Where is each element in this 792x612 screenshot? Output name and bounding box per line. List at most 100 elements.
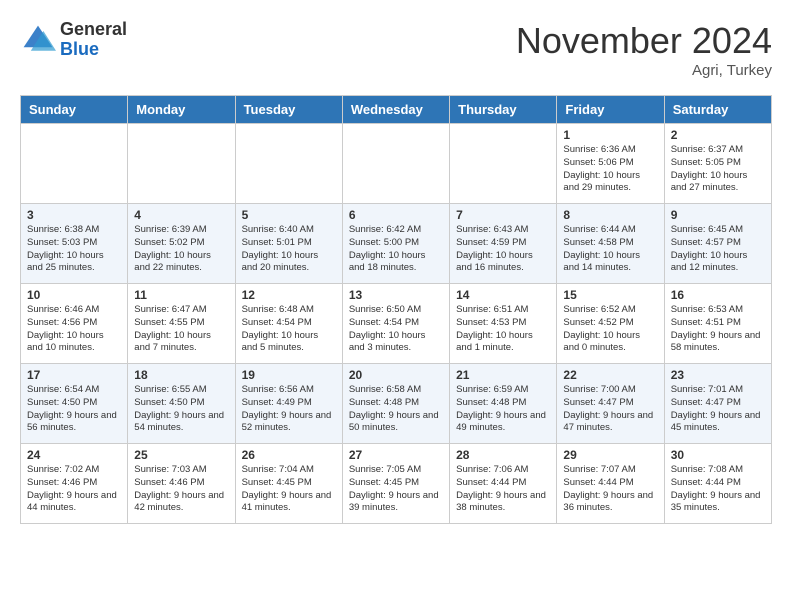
day-info: Sunrise: 6:51 AMSunset: 4:53 PMDaylight:… — [456, 304, 550, 355]
day-number: 8 — [563, 208, 657, 222]
calendar-week-2: 10Sunrise: 6:46 AMSunset: 4:56 PMDayligh… — [21, 284, 772, 364]
day-number: 5 — [242, 208, 336, 222]
day-info: Sunrise: 6:44 AMSunset: 4:58 PMDaylight:… — [563, 224, 657, 275]
day-number: 12 — [242, 288, 336, 302]
calendar-cell: 22 Sunrise: 7:00 AMSunset: 4:47 PMDayligh… — [557, 364, 664, 444]
page-header: General Blue November 2024 Agri, Turkey — [20, 20, 772, 79]
day-number: 27 — [349, 448, 443, 462]
calendar-cell: 26 Sunrise: 7:04 AMSunset: 4:45 PMDayligh… — [235, 444, 342, 524]
calendar-cell: 15Sunrise: 6:52 AMSunset: 4:52 PMDayligh… — [557, 284, 664, 364]
day-number: 28 — [456, 448, 550, 462]
day-number: 29 — [563, 448, 657, 462]
day-number: 13 — [349, 288, 443, 302]
day-info: Sunrise: 7:04 AMSunset: 4:45 PMDaylight:… — [242, 464, 336, 515]
day-info: Sunrise: 7:00 AMSunset: 4:47 PMDaylight:… — [563, 384, 657, 435]
day-number: 9 — [671, 208, 765, 222]
location: Agri, Turkey — [516, 62, 772, 79]
day-number: 3 — [27, 208, 121, 222]
day-number: 14 — [456, 288, 550, 302]
calendar-cell: 23Sunrise: 7:01 AMSunset: 4:47 PMDayligh… — [664, 364, 771, 444]
calendar-cell: 18 Sunrise: 6:55 AMSunset: 4:50 PMDayligh… — [128, 364, 235, 444]
calendar-cell: 3 Sunrise: 6:38 AMSunset: 5:03 PMDaylight… — [21, 204, 128, 284]
day-info: Sunrise: 6:40 AMSunset: 5:01 PMDaylight:… — [242, 224, 336, 275]
weekday-header-saturday: Saturday — [664, 96, 771, 124]
day-number: 24 — [27, 448, 121, 462]
calendar-cell: 20Sunrise: 6:58 AMSunset: 4:48 PMDayligh… — [342, 364, 449, 444]
calendar-header-row: SundayMondayTuesdayWednesdayThursdayFrid… — [21, 96, 772, 124]
calendar-cell: 21Sunrise: 6:59 AMSunset: 4:48 PMDayligh… — [450, 364, 557, 444]
calendar-week-0: 1Sunrise: 6:36 AMSunset: 5:06 PMDaylight… — [21, 124, 772, 204]
day-info: Sunrise: 6:38 AMSunset: 5:03 PMDaylight:… — [27, 224, 121, 275]
calendar-week-4: 24Sunrise: 7:02 AMSunset: 4:46 PMDayligh… — [21, 444, 772, 524]
weekday-header-monday: Monday — [128, 96, 235, 124]
day-number: 17 — [27, 368, 121, 382]
calendar-cell: 27 Sunrise: 7:05 AMSunset: 4:45 PMDayligh… — [342, 444, 449, 524]
day-info: Sunrise: 6:45 AMSunset: 4:57 PMDaylight:… — [671, 224, 765, 275]
day-info: Sunrise: 6:55 AMSunset: 4:50 PMDaylight:… — [134, 384, 228, 435]
day-info: Sunrise: 7:03 AMSunset: 4:46 PMDaylight:… — [134, 464, 228, 515]
calendar-cell: 25 Sunrise: 7:03 AMSunset: 4:46 PMDayligh… — [128, 444, 235, 524]
day-info: Sunrise: 6:48 AMSunset: 4:54 PMDaylight:… — [242, 304, 336, 355]
day-info: Sunrise: 7:07 AMSunset: 4:44 PMDaylight:… — [563, 464, 657, 515]
calendar-cell: 14 Sunrise: 6:51 AMSunset: 4:53 PMDayligh… — [450, 284, 557, 364]
day-info: Sunrise: 6:37 AMSunset: 5:05 PMDaylight:… — [671, 144, 765, 195]
day-info: Sunrise: 6:46 AMSunset: 4:56 PMDaylight:… — [27, 304, 121, 355]
day-info: Sunrise: 7:05 AMSunset: 4:45 PMDaylight:… — [349, 464, 443, 515]
logo-icon — [20, 22, 56, 58]
day-info: Sunrise: 7:06 AMSunset: 4:44 PMDaylight:… — [456, 464, 550, 515]
weekday-header-sunday: Sunday — [21, 96, 128, 124]
calendar-cell: 4Sunrise: 6:39 AMSunset: 5:02 PMDaylight… — [128, 204, 235, 284]
month-title: November 2024 — [516, 20, 772, 62]
day-number: 22 — [563, 368, 657, 382]
day-info: Sunrise: 6:43 AMSunset: 4:59 PMDaylight:… — [456, 224, 550, 275]
weekday-header-friday: Friday — [557, 96, 664, 124]
day-number: 6 — [349, 208, 443, 222]
day-info: Sunrise: 6:42 AMSunset: 5:00 PMDaylight:… — [349, 224, 443, 275]
calendar-cell: 7 Sunrise: 6:43 AMSunset: 4:59 PMDaylight… — [450, 204, 557, 284]
calendar-cell — [235, 124, 342, 204]
calendar-cell: 29 Sunrise: 7:07 AMSunset: 4:44 PMDayligh… — [557, 444, 664, 524]
day-number: 18 — [134, 368, 228, 382]
calendar-cell — [21, 124, 128, 204]
day-number: 16 — [671, 288, 765, 302]
calendar-cell: 17Sunrise: 6:54 AMSunset: 4:50 PMDayligh… — [21, 364, 128, 444]
day-info: Sunrise: 6:58 AMSunset: 4:48 PMDaylight:… — [349, 384, 443, 435]
calendar-cell: 5 Sunrise: 6:40 AMSunset: 5:01 PMDaylight… — [235, 204, 342, 284]
calendar-week-1: 3 Sunrise: 6:38 AMSunset: 5:03 PMDaylight… — [21, 204, 772, 284]
day-number: 25 — [134, 448, 228, 462]
calendar-week-3: 17Sunrise: 6:54 AMSunset: 4:50 PMDayligh… — [21, 364, 772, 444]
calendar-body: 1Sunrise: 6:36 AMSunset: 5:06 PMDaylight… — [21, 124, 772, 524]
calendar-cell: 28 Sunrise: 7:06 AMSunset: 4:44 PMDayligh… — [450, 444, 557, 524]
day-info: Sunrise: 7:01 AMSunset: 4:47 PMDaylight:… — [671, 384, 765, 435]
calendar-cell: 11Sunrise: 6:47 AMSunset: 4:55 PMDayligh… — [128, 284, 235, 364]
day-number: 30 — [671, 448, 765, 462]
day-number: 7 — [456, 208, 550, 222]
day-number: 19 — [242, 368, 336, 382]
title-block: November 2024 Agri, Turkey — [516, 20, 772, 79]
calendar-cell: 19 Sunrise: 6:56 AMSunset: 4:49 PMDayligh… — [235, 364, 342, 444]
day-info: Sunrise: 6:56 AMSunset: 4:49 PMDaylight:… — [242, 384, 336, 435]
logo-blue: Blue — [60, 40, 127, 60]
logo-general: General — [60, 20, 127, 40]
calendar-cell: 16Sunrise: 6:53 AMSunset: 4:51 PMDayligh… — [664, 284, 771, 364]
weekday-header-thursday: Thursday — [450, 96, 557, 124]
calendar-cell — [128, 124, 235, 204]
calendar-cell — [450, 124, 557, 204]
calendar-cell: 8 Sunrise: 6:44 AMSunset: 4:58 PMDaylight… — [557, 204, 664, 284]
calendar-cell — [342, 124, 449, 204]
logo-text: General Blue — [60, 20, 127, 60]
day-info: Sunrise: 6:59 AMSunset: 4:48 PMDaylight:… — [456, 384, 550, 435]
calendar-cell: 6 Sunrise: 6:42 AMSunset: 5:00 PMDaylight… — [342, 204, 449, 284]
calendar-table: SundayMondayTuesdayWednesdayThursdayFrid… — [20, 95, 772, 524]
day-number: 26 — [242, 448, 336, 462]
day-info: Sunrise: 6:50 AMSunset: 4:54 PMDaylight:… — [349, 304, 443, 355]
calendar-cell: 1Sunrise: 6:36 AMSunset: 5:06 PMDaylight… — [557, 124, 664, 204]
calendar-cell: 9 Sunrise: 6:45 AMSunset: 4:57 PMDaylight… — [664, 204, 771, 284]
calendar-cell: 10Sunrise: 6:46 AMSunset: 4:56 PMDayligh… — [21, 284, 128, 364]
day-info: Sunrise: 7:08 AMSunset: 4:44 PMDaylight:… — [671, 464, 765, 515]
day-number: 2 — [671, 128, 765, 142]
calendar-cell: 12 Sunrise: 6:48 AMSunset: 4:54 PMDayligh… — [235, 284, 342, 364]
day-info: Sunrise: 6:47 AMSunset: 4:55 PMDaylight:… — [134, 304, 228, 355]
day-info: Sunrise: 6:39 AMSunset: 5:02 PMDaylight:… — [134, 224, 228, 275]
weekday-header-tuesday: Tuesday — [235, 96, 342, 124]
